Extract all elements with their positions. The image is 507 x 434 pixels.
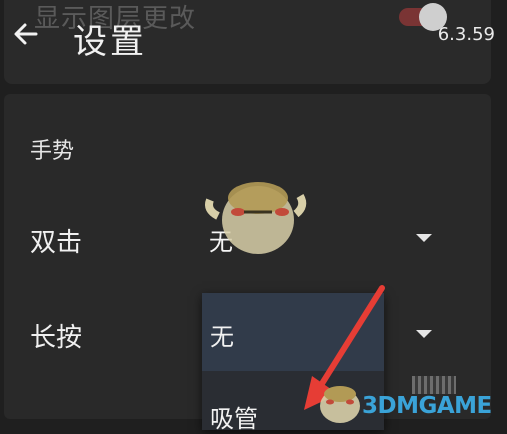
pixel-noise xyxy=(412,376,456,394)
version-label: 6.3.59 xyxy=(437,24,495,45)
mascot-small-icon xyxy=(320,386,360,423)
chevron-down-icon xyxy=(416,234,432,242)
site-watermark: 3DMGAME xyxy=(362,393,492,419)
mascot-watermark-icon xyxy=(205,182,307,254)
dropdown-option-label: 吸管 xyxy=(210,405,258,433)
dropdown-option-label: 无 xyxy=(210,323,234,351)
chevron-down-icon[interactable] xyxy=(416,330,432,338)
double-tap-label: 双击 xyxy=(30,228,83,258)
page-title: 设置 xyxy=(73,22,147,62)
arrow-left-icon xyxy=(14,23,38,45)
back-button[interactable] xyxy=(10,18,42,50)
long-press-label: 长按 xyxy=(30,323,83,353)
gesture-section-title: 手势 xyxy=(30,139,75,164)
